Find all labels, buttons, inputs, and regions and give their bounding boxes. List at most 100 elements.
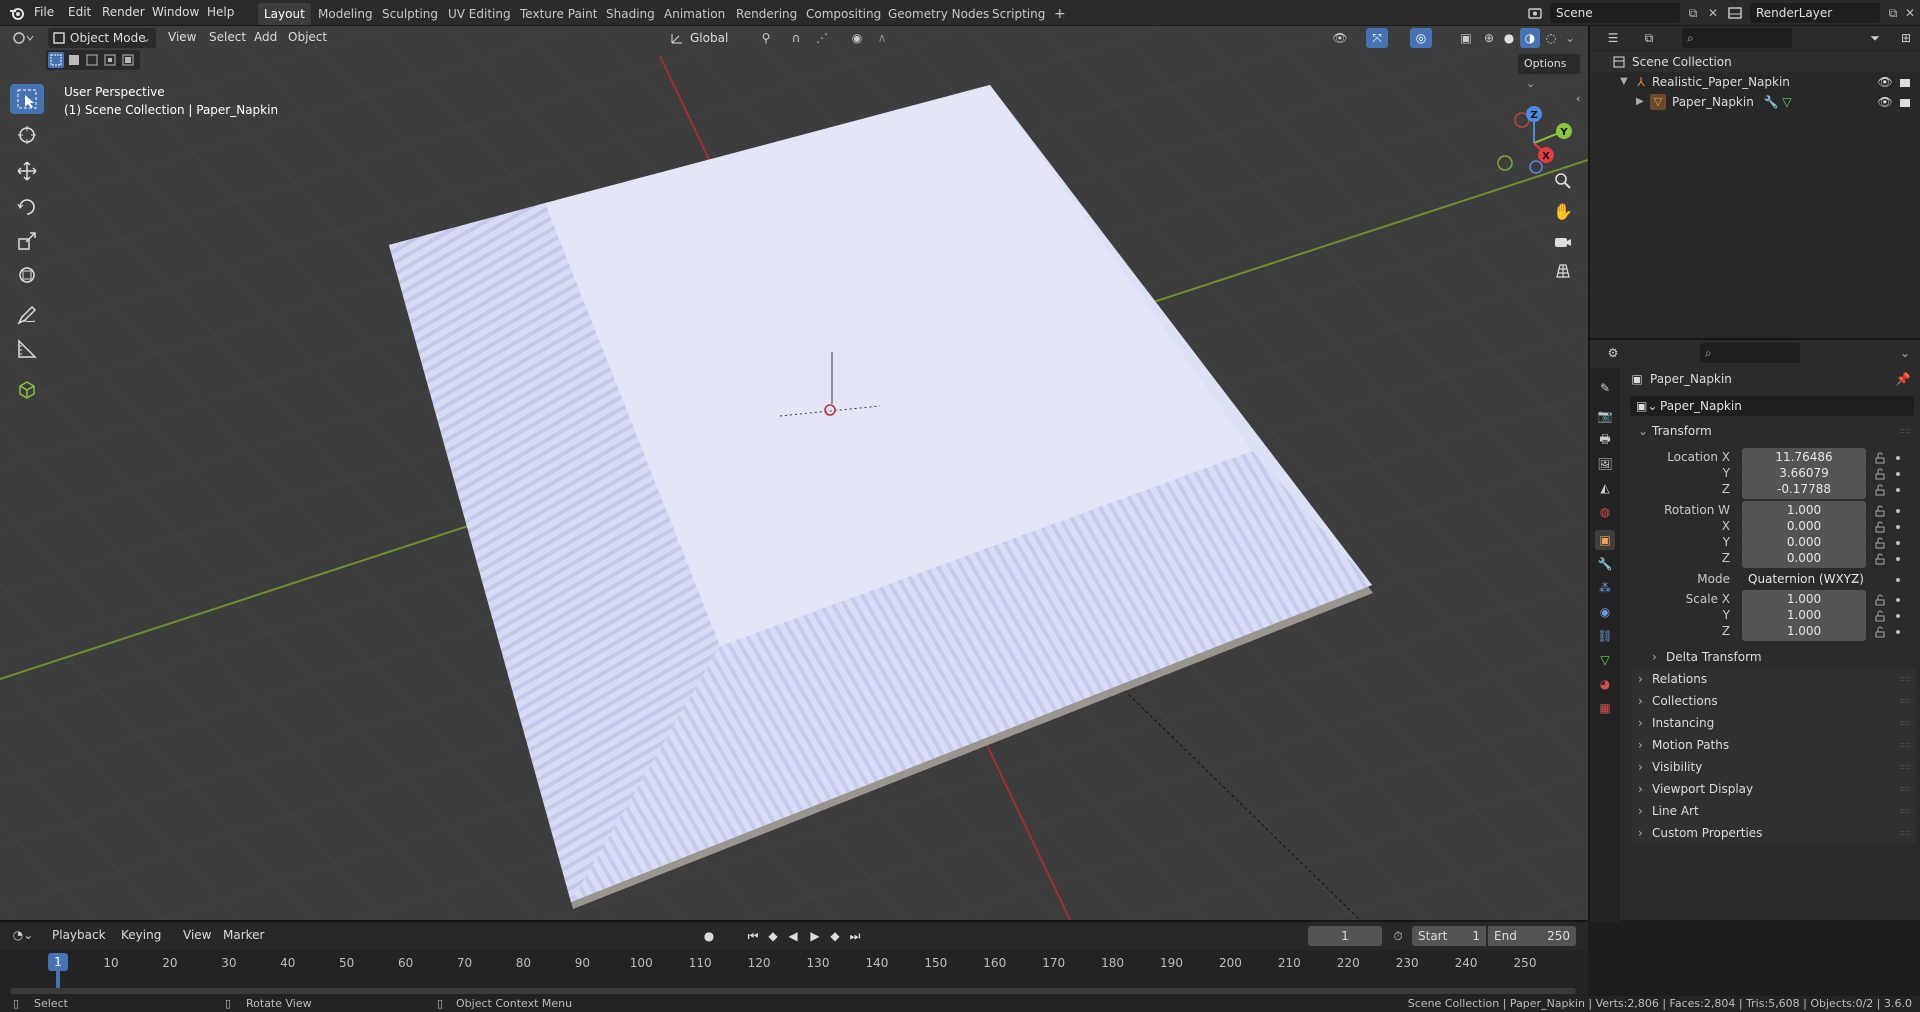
outliner-row-paper-napkin[interactable]: ▶ ▽ Paper_Napkin 🔧 ▽ 👁 — [1590, 92, 1920, 112]
options-chevron-icon[interactable]: ⌄ — [1896, 344, 1914, 362]
drag-grip-icon[interactable] — [1900, 831, 1910, 835]
modifier-wrench-icon[interactable]: 🔧 — [1764, 95, 1779, 109]
tab-uv-editing[interactable]: UV Editing — [442, 3, 517, 25]
tab-scene-icon[interactable]: ◭ — [1595, 478, 1615, 498]
tab-data-icon[interactable]: ▽ — [1595, 650, 1615, 670]
outliner-row-realistic-paper-napkin[interactable]: ▼ ⅄ Realistic_Paper_Napkin 👁 — [1590, 72, 1920, 92]
timeline-scrollbar[interactable] — [10, 988, 1576, 994]
editor-type-icon[interactable] — [10, 29, 36, 47]
transform-panel-header[interactable]: ⌄ Transform — [1632, 420, 1916, 442]
line-art-panel[interactable]: › Line Art — [1632, 800, 1916, 822]
custom-properties-panel[interactable]: › Custom Properties — [1632, 822, 1916, 844]
mode-selector[interactable]: Object Mode ⌄ — [48, 28, 156, 48]
new-scene-icon[interactable]: ⧉ — [1684, 4, 1702, 22]
tool-transform[interactable] — [10, 260, 44, 290]
tool-measure[interactable] — [10, 334, 44, 364]
drag-grip-icon[interactable] — [1900, 429, 1910, 433]
gizmo-toggle-icon[interactable]: ⤧ — [1366, 28, 1388, 48]
render-camera-icon[interactable] — [1898, 75, 1912, 89]
snap-target-icon[interactable]: ⋰ — [812, 29, 832, 47]
keyframe-dot-icon[interactable] — [1896, 456, 1900, 460]
scale-z-field[interactable]: 1.000 — [1742, 622, 1866, 641]
lock-icon[interactable] — [1874, 521, 1886, 533]
drag-grip-icon[interactable] — [1900, 809, 1910, 813]
lock-icon[interactable] — [1874, 484, 1886, 496]
keyframe-dot-icon[interactable] — [1896, 509, 1900, 513]
lock-icon[interactable] — [1874, 468, 1886, 480]
outliner-row-scene-collection[interactable]: Scene Collection — [1590, 52, 1920, 72]
menu-edit[interactable]: Edit — [68, 5, 91, 19]
outliner-editor-type-icon[interactable]: ☰ — [1600, 29, 1626, 47]
tool-move[interactable] — [10, 156, 44, 186]
tab-physics-icon[interactable]: ◉ — [1595, 602, 1615, 622]
instancing-panel[interactable]: › Instancing — [1632, 712, 1916, 734]
3d-viewport[interactable]: Object Mode ⌄ View Select Add Object Glo… — [0, 26, 1588, 920]
tab-sculpting[interactable]: Sculpting — [376, 3, 444, 25]
tab-rendering[interactable]: Rendering — [730, 3, 803, 25]
select-subtract-icon[interactable] — [84, 52, 100, 68]
tab-animation[interactable]: Animation — [658, 3, 731, 25]
tool-add-cube[interactable] — [10, 374, 44, 404]
expand-down-icon[interactable]: ▼ — [1620, 72, 1628, 92]
shading-options-icon[interactable]: ⌄ — [1562, 29, 1578, 47]
tab-render-icon[interactable]: 📷 — [1595, 406, 1615, 426]
viewport-menu-object[interactable]: Object — [288, 30, 327, 44]
solid-shading-icon[interactable]: ● — [1500, 29, 1518, 47]
sidebar-toggle-icon[interactable]: ‹ — [1576, 92, 1580, 105]
keyframe-dot-icon[interactable] — [1896, 598, 1900, 602]
collections-panel[interactable]: › Collections — [1632, 690, 1916, 712]
tab-layout[interactable]: Layout — [258, 3, 311, 25]
tab-material-icon[interactable]: ◕ — [1595, 674, 1615, 694]
lock-icon[interactable] — [1874, 505, 1886, 517]
xray-icon[interactable]: ▣ — [1456, 29, 1476, 47]
expand-right-icon[interactable]: ▶ — [1636, 92, 1644, 112]
lock-icon[interactable] — [1874, 626, 1886, 638]
drag-grip-icon[interactable] — [1900, 765, 1910, 769]
close-scene-icon[interactable]: ✕ — [1704, 4, 1722, 22]
select-new-icon[interactable] — [48, 52, 64, 68]
object-name-field[interactable]: ▣⌄ Paper_Napkin — [1630, 396, 1914, 416]
viewport-menu-add[interactable]: Add — [254, 30, 277, 44]
viewport-display-panel[interactable]: › Viewport Display — [1632, 778, 1916, 800]
keyframe-dot-icon[interactable] — [1896, 525, 1900, 529]
tab-compositing[interactable]: Compositing — [800, 3, 887, 25]
close-view-layer-icon[interactable]: ✕ — [1902, 4, 1918, 22]
viewport-menu-view[interactable]: View — [168, 30, 196, 44]
drag-grip-icon[interactable] — [1900, 677, 1910, 681]
lock-icon[interactable] — [1874, 537, 1886, 549]
rendered-shading-icon[interactable]: ◌ — [1542, 29, 1560, 47]
add-workspace-button[interactable]: + — [1048, 3, 1072, 25]
drag-grip-icon[interactable] — [1900, 699, 1910, 703]
drag-grip-icon[interactable] — [1900, 787, 1910, 791]
tool-select-box[interactable] — [10, 84, 44, 114]
tab-shading[interactable]: Shading — [600, 3, 661, 25]
eye-visibility-icon[interactable]: 👁 — [1877, 95, 1892, 109]
view-layer-selector[interactable]: RenderLayer — [1750, 3, 1880, 23]
viewport-menu-select[interactable]: Select — [209, 30, 246, 44]
visibility-icon[interactable]: 👁 — [1330, 29, 1350, 47]
scene-selector[interactable]: Scene — [1550, 3, 1680, 23]
rotation-z-field[interactable]: 0.000 — [1742, 549, 1866, 568]
overlay-toggle-icon[interactable]: ◎ — [1410, 28, 1432, 48]
pivot-point-icon[interactable]: ⚲ — [754, 29, 778, 47]
zoom-button[interactable] — [1550, 168, 1576, 194]
falloff-icon[interactable]: ∧ — [870, 29, 894, 47]
motion-paths-panel[interactable]: › Motion Paths — [1632, 734, 1916, 756]
tab-texture-icon[interactable]: ▦ — [1595, 698, 1615, 718]
keyframe-dot-icon[interactable] — [1896, 541, 1900, 545]
select-invert-icon[interactable] — [102, 52, 118, 68]
delta-transform-subpanel[interactable]: › Delta Transform — [1646, 646, 1916, 668]
tab-geometry-nodes[interactable]: Geometry Nodes — [882, 3, 995, 25]
material-shading-icon[interactable]: ◑ — [1520, 28, 1540, 48]
transform-orientation-selector[interactable]: Global — [666, 28, 746, 48]
mesh-data-icon[interactable]: ▽ — [1780, 95, 1794, 109]
tab-scripting[interactable]: Scripting — [986, 3, 1051, 25]
menu-help[interactable]: Help — [207, 5, 234, 19]
tab-particles-icon[interactable]: ⁂ — [1595, 578, 1615, 598]
outliner-search-input[interactable]: ⌕ — [1682, 28, 1792, 48]
keyframe-dot-icon[interactable] — [1896, 557, 1900, 561]
options-dropdown[interactable]: Options ⌄ — [1518, 54, 1580, 90]
filter-icon[interactable]: ⏷ — [1862, 29, 1888, 47]
tab-texture-paint[interactable]: Texture Paint — [514, 3, 603, 25]
pin-icon[interactable]: 📌 — [1896, 372, 1911, 386]
